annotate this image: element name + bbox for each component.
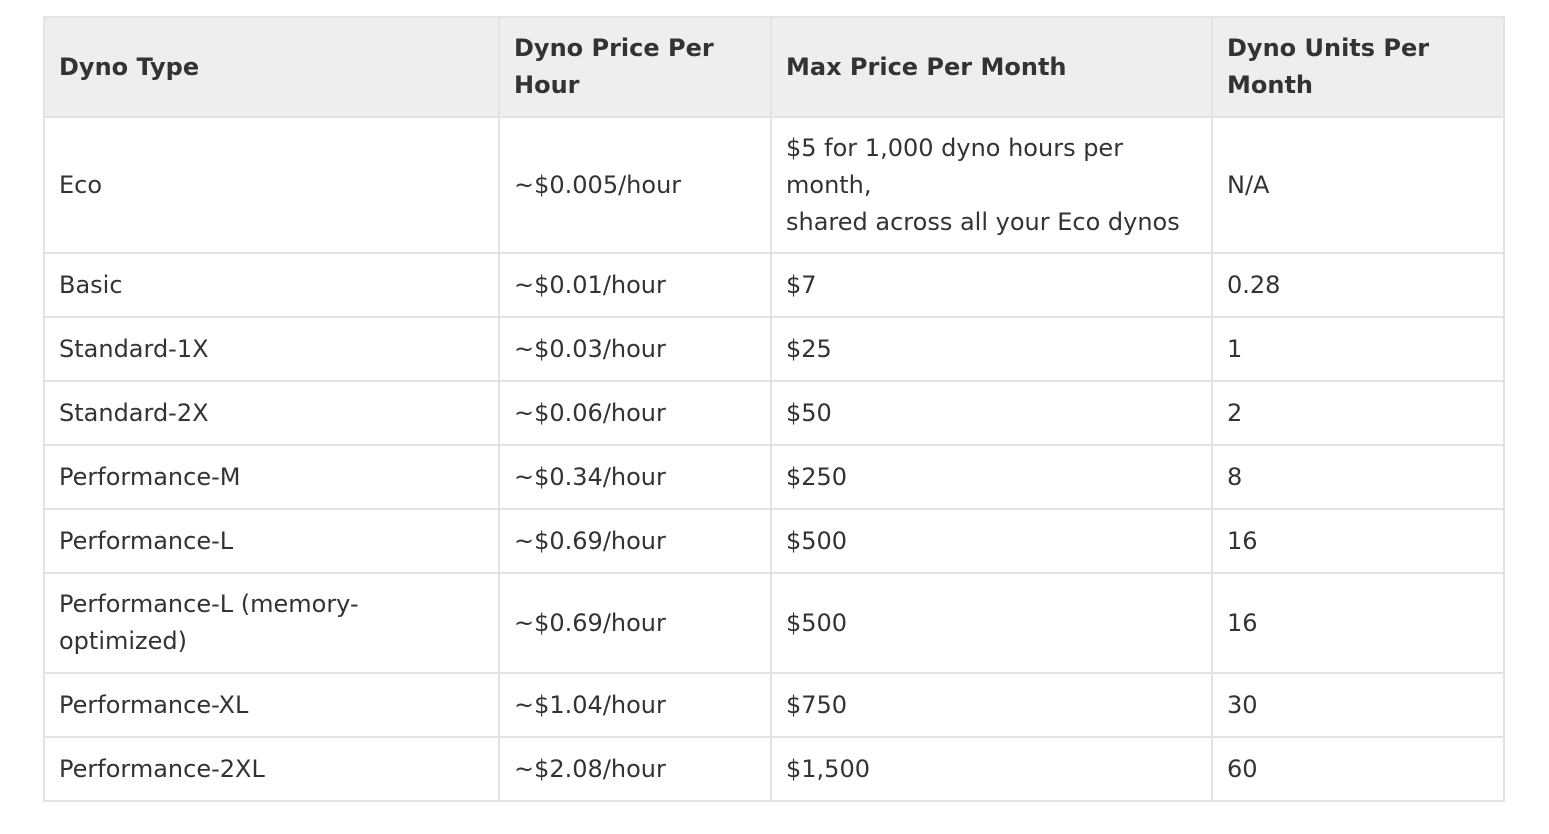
cell-units-per-month: 0.28 <box>1211 252 1505 318</box>
cell-units-per-month: N/A <box>1211 116 1505 254</box>
cell-price-per-hour: ~$2.08/hour <box>498 736 772 802</box>
cell-dyno-type: Eco <box>43 116 500 254</box>
table-row: Performance-L ~$0.69/hour $500 16 <box>43 508 1505 574</box>
table-body: Eco ~$0.005/hour $5 for 1,000 dyno hours… <box>43 116 1505 802</box>
pricing-table-container: Dyno Type Dyno Price Per Hour Max Price … <box>43 16 1505 802</box>
table-row: Standard-2X ~$0.06/hour $50 2 <box>43 380 1505 446</box>
header-dyno-type: Dyno Type <box>43 16 500 118</box>
cell-units-per-month: 8 <box>1211 444 1505 510</box>
cell-price-per-hour: ~$0.34/hour <box>498 444 772 510</box>
cell-dyno-type: Performance-XL <box>43 672 500 738</box>
cell-price-per-hour: ~$0.01/hour <box>498 252 772 318</box>
cell-dyno-type: Performance-M <box>43 444 500 510</box>
header-row: Dyno Type Dyno Price Per Hour Max Price … <box>43 16 1505 118</box>
cell-dyno-type: Basic <box>43 252 500 318</box>
cell-dyno-type: Standard-2X <box>43 380 500 446</box>
header-price-per-hour: Dyno Price Per Hour <box>498 16 772 118</box>
cell-price-per-hour: ~$0.06/hour <box>498 380 772 446</box>
cell-max-price-per-month: $1,500 <box>770 736 1213 802</box>
cell-max-price-per-month: $750 <box>770 672 1213 738</box>
table-row: Performance-2XL ~$2.08/hour $1,500 60 <box>43 736 1505 802</box>
cell-units-per-month: 1 <box>1211 316 1505 382</box>
cell-max-price-per-month: $5 for 1,000 dyno hours per month, share… <box>770 116 1213 254</box>
header-max-price-per-month: Max Price Per Month <box>770 16 1213 118</box>
cell-price-per-hour: ~$0.69/hour <box>498 508 772 574</box>
table-row: Performance-M ~$0.34/hour $250 8 <box>43 444 1505 510</box>
cell-max-price-per-month: $25 <box>770 316 1213 382</box>
cell-price-per-hour: ~$0.03/hour <box>498 316 772 382</box>
cell-units-per-month: 16 <box>1211 572 1505 674</box>
cell-price-per-hour: ~$0.005/hour <box>498 116 772 254</box>
table-row: Eco ~$0.005/hour $5 for 1,000 dyno hours… <box>43 116 1505 254</box>
cell-dyno-type: Standard-1X <box>43 316 500 382</box>
table-row: Performance-XL ~$1.04/hour $750 30 <box>43 672 1505 738</box>
cell-units-per-month: 30 <box>1211 672 1505 738</box>
table-row: Standard-1X ~$0.03/hour $25 1 <box>43 316 1505 382</box>
cell-max-price-per-month: $250 <box>770 444 1213 510</box>
cell-units-per-month: 2 <box>1211 380 1505 446</box>
cell-units-per-month: 60 <box>1211 736 1505 802</box>
table-header: Dyno Type Dyno Price Per Hour Max Price … <box>43 16 1505 118</box>
table-row: Basic ~$0.01/hour $7 0.28 <box>43 252 1505 318</box>
cell-max-price-per-month: $7 <box>770 252 1213 318</box>
cell-max-price-per-month: $500 <box>770 508 1213 574</box>
dyno-pricing-table: Dyno Type Dyno Price Per Hour Max Price … <box>43 16 1505 802</box>
cell-dyno-type: Performance-L (memory-optimized) <box>43 572 500 674</box>
header-units-per-month: Dyno Units Per Month <box>1211 16 1505 118</box>
cell-max-price-per-month: $500 <box>770 572 1213 674</box>
cell-price-per-hour: ~$1.04/hour <box>498 672 772 738</box>
cell-max-price-per-month: $50 <box>770 380 1213 446</box>
table-row: Performance-L (memory-optimized) ~$0.69/… <box>43 572 1505 674</box>
cell-dyno-type: Performance-L <box>43 508 500 574</box>
cell-units-per-month: 16 <box>1211 508 1505 574</box>
cell-price-per-hour: ~$0.69/hour <box>498 572 772 674</box>
cell-dyno-type: Performance-2XL <box>43 736 500 802</box>
